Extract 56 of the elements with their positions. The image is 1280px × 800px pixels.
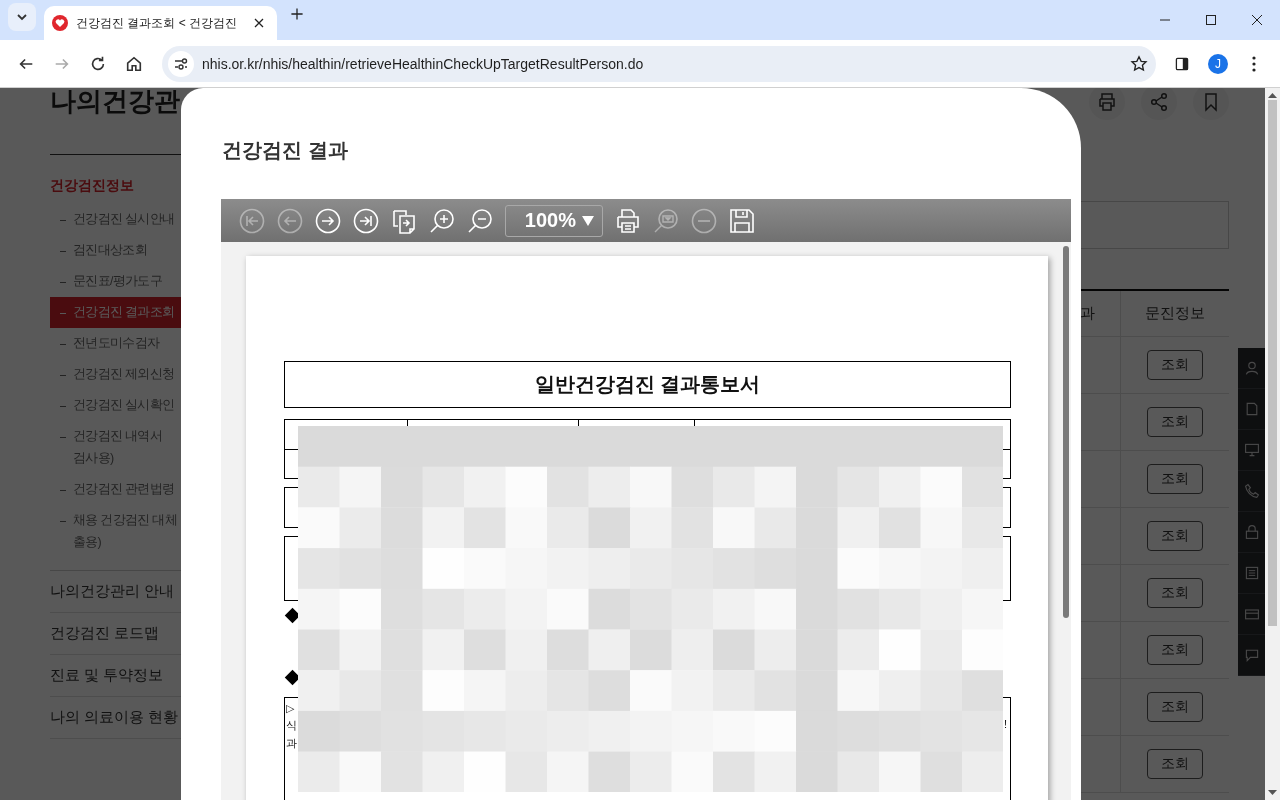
list-icon: [1243, 565, 1260, 581]
document-title: 일반건강검진 결과통보서: [284, 361, 1011, 408]
view-button[interactable]: 조회: [1147, 635, 1203, 665]
site-info-button[interactable]: [168, 50, 194, 77]
scroll-up-icon[interactable]: [1268, 92, 1277, 98]
text-fragment: 식: [286, 718, 297, 733]
print-icon[interactable]: [615, 207, 641, 234]
save-icon[interactable]: [729, 207, 755, 234]
phone-icon: [1243, 483, 1260, 499]
person-icon: [1243, 360, 1260, 376]
box-mark: ▷: [286, 702, 294, 715]
nav-subitem[interactable]: 건강검진 결과조회: [50, 297, 181, 328]
monitor-icon: [1243, 442, 1260, 458]
lock-icon: [1243, 524, 1260, 540]
export-icon[interactable]: [391, 207, 417, 234]
nav-section-title[interactable]: 건강검진정보: [50, 177, 181, 195]
scroll-down-icon[interactable]: [1268, 790, 1277, 796]
viewer-scrollbar[interactable]: [1063, 246, 1069, 618]
text-fragment: !: [1003, 718, 1007, 732]
view-button[interactable]: 조회: [1147, 350, 1203, 380]
view-button[interactable]: 조회: [1147, 521, 1203, 551]
text-fragment: 과: [286, 736, 297, 751]
chevron-icon: [16, 11, 28, 23]
reload-icon: [89, 54, 107, 73]
view-button[interactable]: 조회: [1147, 692, 1203, 722]
view-button[interactable]: 조회: [1147, 749, 1203, 779]
side-panel-icon: [1174, 55, 1190, 72]
home-icon: [125, 54, 143, 73]
share-icon: [1149, 92, 1169, 112]
view-button[interactable]: 조회: [1147, 578, 1203, 608]
view-button[interactable]: 조회: [1147, 464, 1203, 494]
chat-icon: [1243, 647, 1260, 663]
tab-search-button[interactable]: [8, 3, 36, 31]
profile-avatar[interactable]: J: [1208, 53, 1228, 74]
tune-icon: [174, 56, 188, 71]
zoom-select[interactable]: 100%: [505, 204, 603, 237]
column-header: 문진정보: [1144, 304, 1206, 323]
print-button[interactable]: [1089, 88, 1125, 120]
printer-icon: [1097, 92, 1117, 112]
scrollbar[interactable]: [1265, 88, 1280, 800]
view-button[interactable]: 조회: [1147, 407, 1203, 437]
share-button[interactable]: [1141, 88, 1177, 120]
star-icon: [1130, 54, 1148, 73]
browser-tab[interactable]: 건강검진 결과조회 < 건강검진: [44, 6, 277, 40]
plus-icon: [289, 6, 305, 22]
last-page-icon[interactable]: [353, 207, 379, 234]
address-bar[interactable]: nhis.or.kr/nhis/healthin/retrieveHealthinCheckUpTargetResultPerson.do: [162, 45, 1156, 82]
modal-title: 건강검진 결과: [222, 138, 349, 163]
page-title: 나의건강관: [50, 88, 181, 118]
caret-icon: [582, 215, 594, 226]
zoom-out-icon[interactable]: [467, 207, 493, 234]
card-icon: [1243, 606, 1260, 622]
next-page-icon[interactable]: [315, 207, 341, 234]
bookmark-button[interactable]: [1193, 88, 1229, 120]
menu-icon: [1252, 55, 1256, 72]
zoom-in-icon[interactable]: [429, 207, 455, 234]
